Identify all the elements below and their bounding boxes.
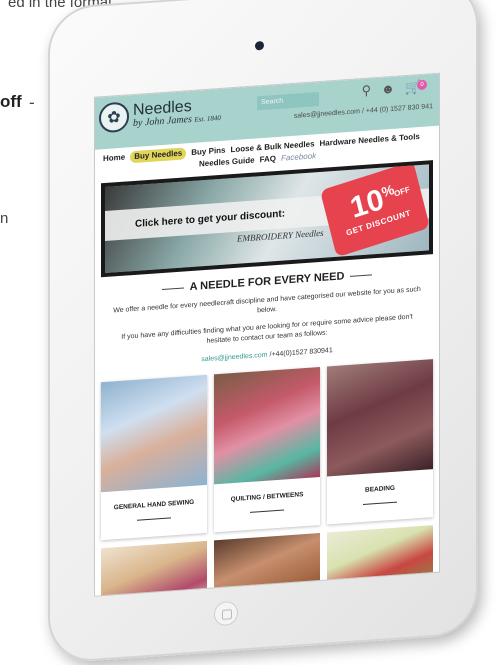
category-divider bbox=[363, 501, 397, 505]
category-card-quilting[interactable]: QUILTING / BETWEENS bbox=[214, 366, 320, 533]
user-icon[interactable]: ☻ bbox=[381, 81, 395, 98]
nav-item-faq[interactable]: FAQ bbox=[260, 153, 276, 166]
discount-tag[interactable]: 10% OFF GET DISCOUNT bbox=[319, 160, 431, 258]
category-image-sewing bbox=[101, 374, 207, 493]
category-divider bbox=[250, 509, 284, 513]
category-card-hand-crafts[interactable] bbox=[214, 532, 320, 597]
category-card-general-hand-sewing[interactable]: GENERAL HAND SEWING bbox=[101, 374, 207, 541]
logo-text: Needles by John James Est. 1840 bbox=[133, 97, 221, 129]
nav-item-facebook[interactable]: Facebook bbox=[281, 150, 316, 164]
discount-banner[interactable]: Click here to get your discount: EMBROID… bbox=[101, 160, 433, 278]
category-image-quilting bbox=[214, 366, 320, 485]
search-input[interactable]: Search bbox=[257, 92, 319, 111]
cart-icon[interactable]: 🛒0 bbox=[405, 78, 431, 96]
category-card-embroidery[interactable] bbox=[101, 540, 207, 597]
logo-emblem-icon: ✿ bbox=[99, 101, 129, 134]
cart-count-badge: 0 bbox=[417, 79, 427, 91]
category-grid: GENERAL HAND SEWING QUILTING / BETWEENS … bbox=[95, 347, 439, 541]
header-icons: ⚲ ☻ 🛒0 bbox=[362, 78, 431, 99]
site-logo[interactable]: ✿ Needles by John James Est. 1840 bbox=[99, 95, 221, 134]
search-icon[interactable]: ⚲ bbox=[362, 82, 372, 99]
tablet-device: ✿ Needles by John James Est. 1840 Search… bbox=[48, 0, 478, 665]
background-text-off: off bbox=[0, 92, 22, 111]
category-divider bbox=[137, 517, 171, 521]
logo-established: Est. 1840 bbox=[194, 113, 221, 124]
nav-item-home[interactable]: Home bbox=[103, 152, 125, 166]
home-button[interactable] bbox=[214, 600, 238, 627]
header-phone: / +44 (0) 1527 830 941 bbox=[360, 103, 433, 116]
camera-icon bbox=[255, 40, 264, 51]
category-card-beading[interactable]: BEADING bbox=[327, 359, 433, 525]
category-card-millinery[interactable] bbox=[327, 525, 433, 597]
nav-item-needles-guide[interactable]: Needles Guide bbox=[199, 155, 255, 171]
category-image-beading bbox=[327, 359, 433, 477]
background-text-fragment: n bbox=[0, 210, 9, 227]
header-email-link[interactable]: sales@jjneedles.com bbox=[294, 108, 360, 120]
background-text-dash: - bbox=[29, 93, 35, 112]
tablet-screen: ✿ Needles by John James Est. 1840 Search… bbox=[94, 72, 440, 597]
